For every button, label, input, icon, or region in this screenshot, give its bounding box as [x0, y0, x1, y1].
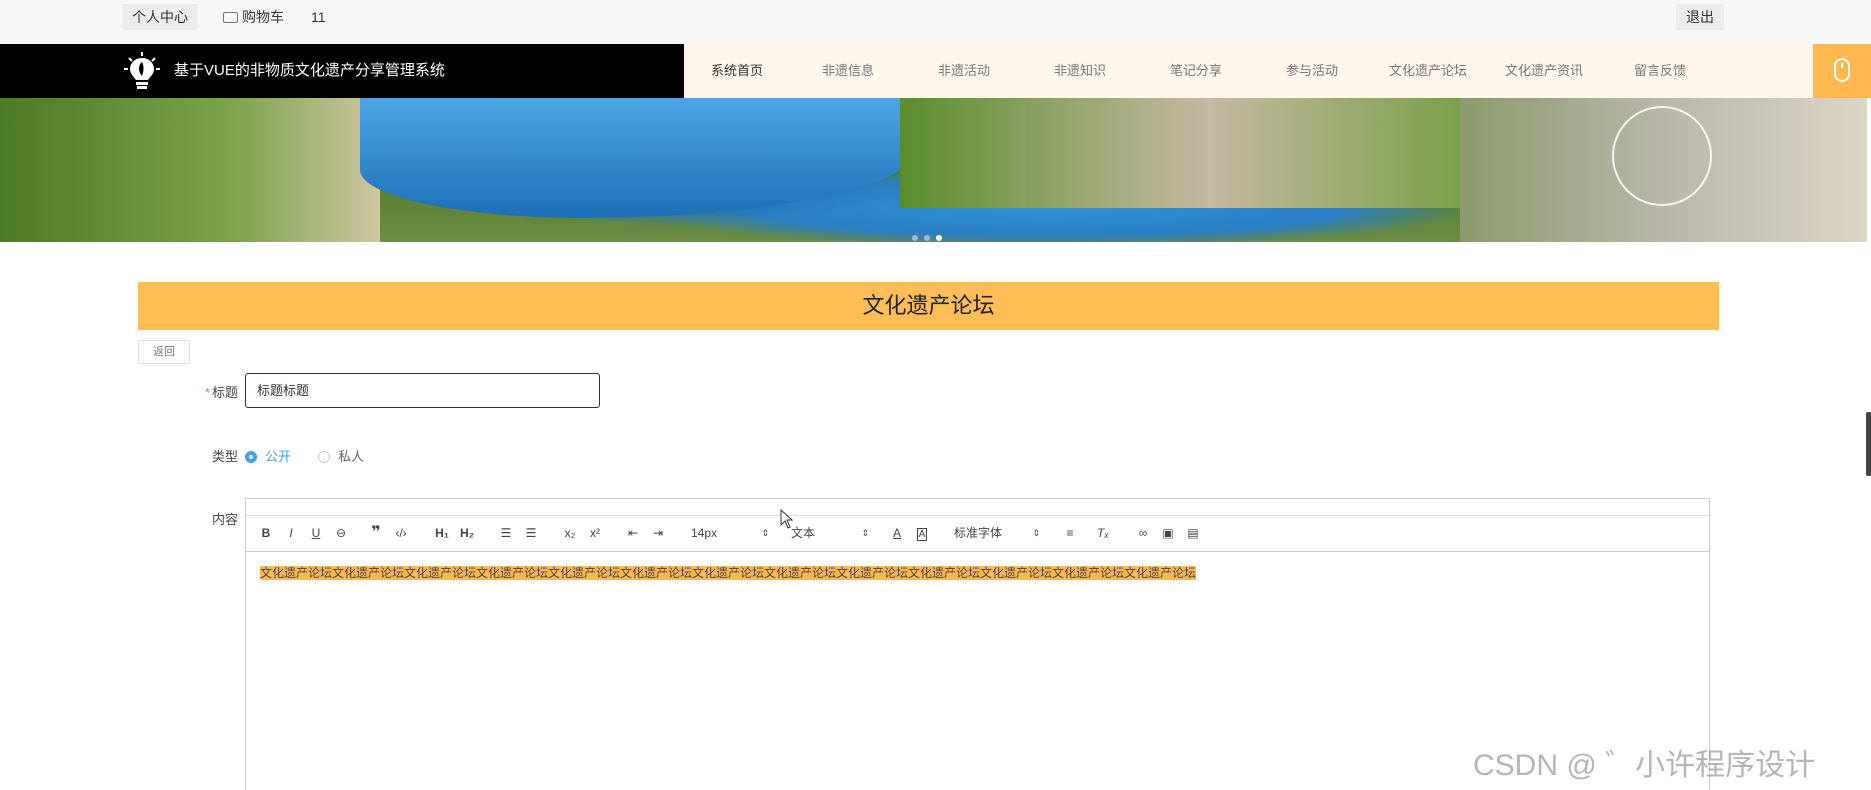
carousel-indicators: [912, 228, 948, 241]
font-color-icon[interactable]: A: [889, 515, 905, 551]
heading-1-icon[interactable]: H₁: [433, 515, 451, 551]
radio-circle: [318, 450, 330, 463]
selected-text[interactable]: 文化遗产论坛文化遗产论坛文化遗产论坛文化遗产论坛文化遗产论坛文化遗产论坛文化遗产…: [260, 566, 1197, 580]
content-label: 内容: [211, 512, 238, 527]
ferris-wheel-graphic: [1612, 106, 1712, 206]
watermark-text: CSDN @ ゛小许程序设计: [1473, 749, 1816, 782]
font-size-select[interactable]: 14px ⇕: [691, 515, 769, 551]
strikethrough-icon[interactable]: ⊖: [333, 515, 349, 551]
underline-icon[interactable]: U: [308, 515, 324, 551]
cart-count: 11: [311, 9, 326, 25]
mouse-icon: [1834, 58, 1850, 82]
nav-item-notes[interactable]: 笔记分享: [1138, 44, 1254, 98]
mouse-pointer-icon: [780, 509, 794, 529]
carousel-dot[interactable]: [912, 235, 918, 241]
italic-icon[interactable]: I: [283, 515, 299, 551]
main-nav: 基于VUE的非物质文化遗产分享管理系统 系统首页 非遗信息 非遗活动 非遗知识 …: [0, 44, 1871, 98]
cart-icon: [223, 11, 238, 23]
title-input[interactable]: 标题标题: [245, 373, 600, 408]
nav-item-forum[interactable]: 文化遗产论坛: [1370, 44, 1486, 98]
required-asterisk: *: [204, 385, 210, 400]
align-icon[interactable]: ≡: [1062, 515, 1078, 551]
nav-item-heritage-info[interactable]: 非遗信息: [790, 44, 906, 98]
back-button[interactable]: 返回: [138, 340, 190, 364]
editor-content[interactable]: 文化遗产论坛文化遗产论坛文化遗产论坛文化遗产论坛文化遗产论坛文化遗产论坛文化遗产…: [260, 565, 1680, 581]
banner-carousel[interactable]: [0, 98, 1867, 242]
top-bar: 个人中心 购物车 11 退出: [0, 0, 1871, 44]
outdent-icon[interactable]: ⇤: [625, 515, 641, 551]
banner-image: [0, 98, 380, 242]
radio-public[interactable]: 公开: [245, 446, 291, 465]
ordered-list-icon[interactable]: ☰: [498, 515, 514, 551]
page-title: 文化遗产论坛: [138, 282, 1719, 330]
blockquote-icon[interactable]: ❞: [368, 515, 384, 551]
font-family-select[interactable]: 标准字体 ⇕: [954, 515, 1040, 551]
radio-private[interactable]: 私人: [318, 446, 364, 465]
personal-center-button[interactable]: 个人中心: [122, 4, 198, 30]
page-scrollbar[interactable]: [1866, 412, 1871, 476]
carousel-dot[interactable]: [924, 235, 930, 241]
select-arrow-icon: ⇕: [761, 528, 769, 538]
cart-link[interactable]: 购物车: [223, 4, 284, 30]
scroll-hint-button[interactable]: [1813, 44, 1871, 98]
link-icon[interactable]: ∞: [1135, 515, 1151, 551]
bold-icon[interactable]: B: [258, 515, 274, 551]
video-icon[interactable]: ▤: [1185, 515, 1201, 551]
site-brand[interactable]: 基于VUE的非物质文化遗产分享管理系统: [174, 44, 445, 98]
image-icon[interactable]: ▣: [1160, 515, 1176, 551]
nav-item-home[interactable]: 系统首页: [684, 44, 790, 98]
select-arrow-icon: ⇕: [1032, 528, 1040, 538]
indent-icon[interactable]: ⇥: [650, 515, 666, 551]
type-label: 类型: [211, 449, 238, 464]
subscript-icon[interactable]: x₂: [561, 515, 579, 551]
editor-toolbar: B I U ⊖ ❞ ‹/› H₁ H₂ ☰ ☰ x₂ x² ⇤ ⇥ 14px ⇕ …: [246, 515, 1709, 552]
heading-2-icon[interactable]: H₂: [458, 515, 476, 551]
bullet-list-icon[interactable]: ☰: [523, 515, 539, 551]
nav-item-news[interactable]: 文化遗产资讯: [1486, 44, 1602, 98]
nav-item-join-activity[interactable]: 参与活动: [1254, 44, 1370, 98]
nav-item-heritage-knowledge[interactable]: 非遗知识: [1022, 44, 1138, 98]
nav-item-feedback[interactable]: 留言反馈: [1602, 44, 1718, 98]
header-select[interactable]: 文本 ⇕: [791, 515, 869, 551]
radio-circle: [245, 450, 257, 463]
code-block-icon[interactable]: ‹/›: [393, 515, 409, 551]
superscript-icon[interactable]: x²: [586, 515, 604, 551]
logout-button[interactable]: 退出: [1676, 4, 1724, 30]
clear-format-icon[interactable]: Tₓ: [1095, 515, 1111, 551]
background-color-icon[interactable]: A: [914, 515, 930, 551]
carousel-dot-active[interactable]: [936, 235, 942, 241]
nav-menu: 系统首页 非遗信息 非遗活动 非遗知识 笔记分享 参与活动 文化遗产论坛 文化遗…: [684, 44, 1813, 98]
cart-label: 购物车: [242, 9, 284, 25]
nav-item-heritage-activities[interactable]: 非遗活动: [906, 44, 1022, 98]
title-label: * 标题: [204, 385, 238, 400]
lightbulb-logo-icon: [124, 52, 160, 89]
select-arrow-icon: ⇕: [861, 528, 869, 538]
